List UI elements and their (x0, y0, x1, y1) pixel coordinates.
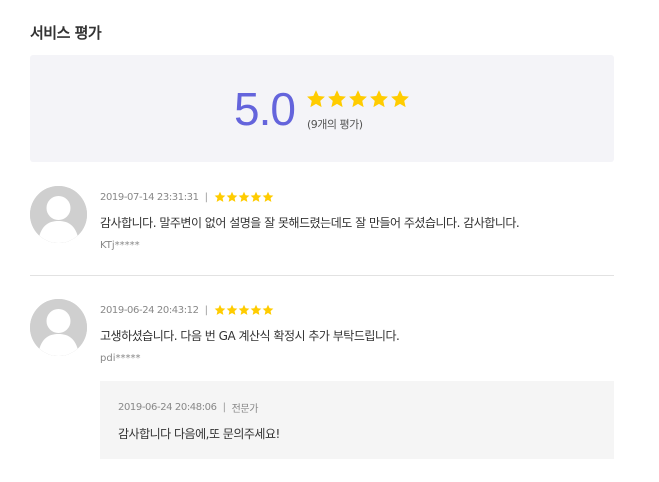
reply-meta: 2019-06-24 20:48:06 | 전문가 (118, 400, 258, 415)
review-meta: 2019-06-24 20:43:12 | (100, 304, 274, 316)
star-icon (214, 191, 225, 202)
star-icon (328, 90, 346, 108)
review-date: 2019-06-24 20:43:12 (100, 304, 199, 316)
user-avatar-icon (30, 299, 87, 356)
avatar (30, 186, 87, 243)
review-star-rating (214, 191, 274, 203)
average-score: 5.0 (234, 83, 296, 135)
star-icon (262, 191, 273, 202)
star-icon (307, 90, 325, 108)
rating-count: (9개의 평가) (307, 118, 363, 131)
average-star-rating (306, 89, 410, 109)
star-icon (238, 191, 249, 202)
review-divider (30, 275, 614, 276)
reply-text: 감사합니다 다음에,또 문의주세요! (118, 427, 280, 441)
rating-summary: 5.0 (9개의 평가) (30, 55, 614, 162)
star-icon (226, 304, 237, 315)
meta-separator: | (204, 191, 208, 203)
review-date: 2019-07-14 23:31:31 (100, 191, 199, 203)
review-star-rating (214, 304, 274, 316)
review-text: 고생하셨습니다. 다음 번 GA 계산식 확정시 추가 부탁드립니다. (100, 329, 400, 343)
star-icon (250, 191, 261, 202)
star-icon (238, 304, 249, 315)
review-text: 감사합니다. 말주변이 없어 설명을 잘 못해드렸는데도 잘 만들어 주셨습니다… (100, 216, 520, 230)
review-item: 2019-07-14 23:31:31 | 감사합니다. 말주변이 없어 설명을… (30, 186, 614, 266)
star-icon (214, 304, 225, 315)
star-icon (262, 304, 273, 315)
reviewer-name: pdi***** (100, 353, 141, 364)
user-avatar-icon (30, 186, 87, 243)
star-icon (349, 90, 367, 108)
avatar (30, 299, 87, 356)
reviewer-name: KTj***** (100, 240, 140, 251)
reply-role: 전문가 (231, 404, 259, 415)
review-item: 2019-06-24 20:43:12 | 고생하셨습니다. 다음 번 GA 계… (30, 299, 614, 379)
section-title: 서비스 평가 (30, 24, 102, 42)
star-icon (391, 90, 409, 108)
star-icon (250, 304, 261, 315)
expert-reply: 2019-06-24 20:48:06 | 전문가 감사합니다 다음에,또 문의… (100, 381, 614, 459)
meta-separator: | (222, 402, 226, 413)
star-icon (370, 90, 388, 108)
reply-date: 2019-06-24 20:48:06 (118, 402, 217, 413)
star-icon (226, 191, 237, 202)
review-meta: 2019-07-14 23:31:31 | (100, 191, 274, 203)
meta-separator: | (204, 304, 208, 316)
